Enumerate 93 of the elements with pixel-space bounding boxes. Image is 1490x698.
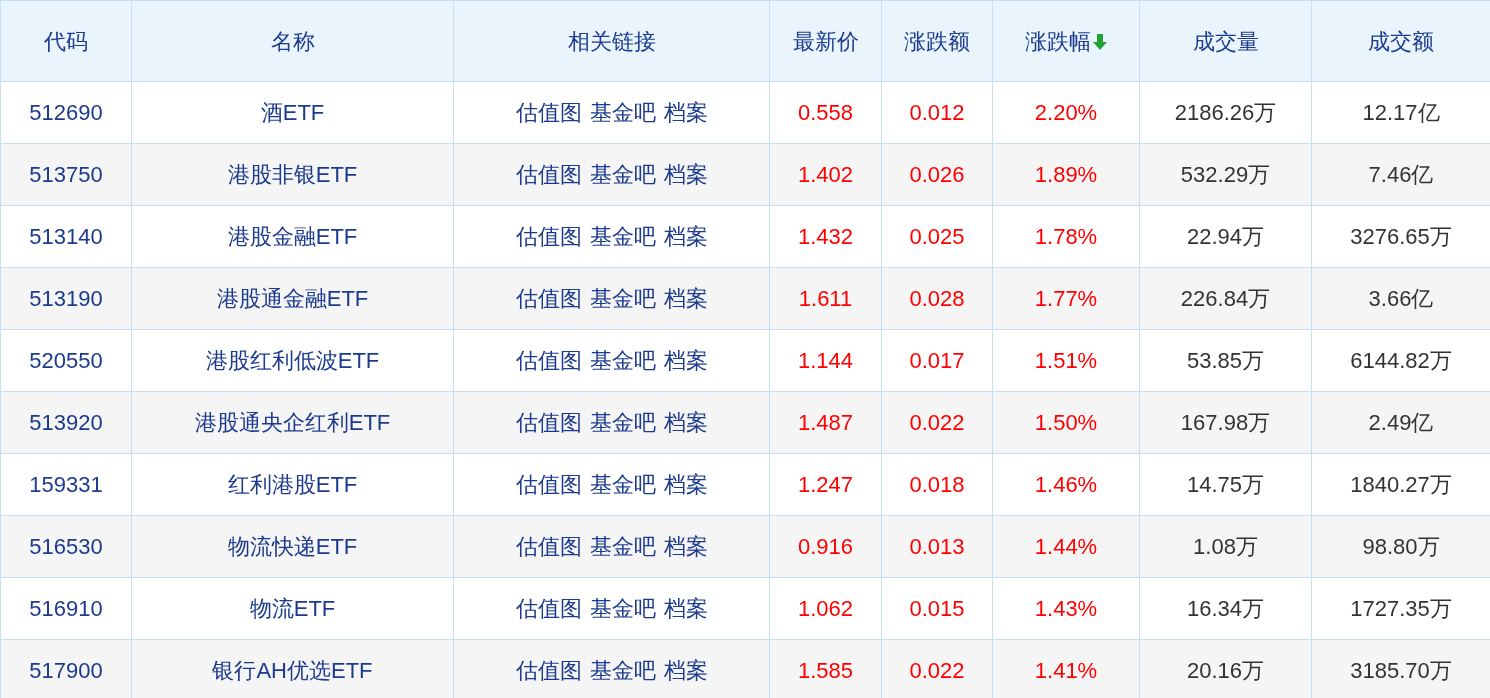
price-cell: 0.558 [769,81,882,144]
price-cell: 1.247 [769,453,882,516]
percent-change-cell: 1.46% [992,453,1140,516]
related-link[interactable]: 档案 [663,224,708,249]
column-header[interactable]: 代码 [0,0,132,82]
column-header[interactable]: 成交额 [1311,0,1490,82]
related-link[interactable]: 估值图 [515,162,582,187]
price-cell: 1.487 [769,391,882,454]
percent-change-cell: 2.20% [992,81,1140,144]
related-link[interactable]: 基金吧 [589,348,656,373]
change-cell: 0.012 [881,81,993,144]
volume-cell: 1.08万 [1139,515,1312,578]
percent-change-cell: 1.50% [992,391,1140,454]
volume-cell: 22.94万 [1139,205,1312,268]
name-link[interactable]: 酒ETF [131,81,454,144]
volume-cell: 2186.26万 [1139,81,1312,144]
name-link[interactable]: 物流快递ETF [131,515,454,578]
related-link[interactable]: 基金吧 [589,410,656,435]
related-link[interactable]: 基金吧 [589,534,656,559]
code-link[interactable]: 516530 [0,515,132,578]
related-link[interactable]: 档案 [663,410,708,435]
related-link[interactable]: 估值图 [515,534,582,559]
change-cell: 0.022 [881,391,993,454]
code-link[interactable]: 516910 [0,577,132,640]
percent-change-cell: 1.51% [992,329,1140,392]
change-cell: 0.028 [881,267,993,330]
column-header[interactable]: 涨跌额 [881,0,993,82]
code-link[interactable]: 513920 [0,391,132,454]
change-cell: 0.026 [881,143,993,206]
name-link[interactable]: 红利港股ETF [131,453,454,516]
related-link[interactable]: 估值图 [515,348,582,373]
related-link[interactable]: 档案 [663,100,708,125]
name-link[interactable]: 物流ETF [131,577,454,640]
price-cell: 1.432 [769,205,882,268]
code-link[interactable]: 159331 [0,453,132,516]
related-link[interactable]: 档案 [663,286,708,311]
column-header[interactable]: 名称 [131,0,454,82]
related-link[interactable]: 档案 [663,534,708,559]
column-header[interactable]: 最新价 [769,0,882,82]
price-cell: 1.611 [769,267,882,330]
related-link[interactable]: 估值图 [515,286,582,311]
change-cell: 0.017 [881,329,993,392]
related-link[interactable]: 档案 [663,348,708,373]
related-link[interactable]: 估值图 [515,472,582,497]
code-link[interactable]: 513750 [0,143,132,206]
related-link[interactable]: 估值图 [515,224,582,249]
price-cell: 0.916 [769,515,882,578]
volume-cell: 16.34万 [1139,577,1312,640]
related-link[interactable]: 估值图 [515,658,582,683]
change-cell: 0.018 [881,453,993,516]
name-link[interactable]: 港股非银ETF [131,143,454,206]
change-cell: 0.013 [881,515,993,578]
volume-cell: 532.29万 [1139,143,1312,206]
related-link[interactable]: 基金吧 [589,596,656,621]
related-link[interactable]: 基金吧 [589,100,656,125]
code-link[interactable]: 513140 [0,205,132,268]
name-link[interactable]: 港股金融ETF [131,205,454,268]
price-cell: 1.144 [769,329,882,392]
related-link[interactable]: 估值图 [515,596,582,621]
volume-cell: 14.75万 [1139,453,1312,516]
column-header[interactable]: 成交量 [1139,0,1312,82]
related-link[interactable]: 估值图 [515,410,582,435]
code-link[interactable]: 520550 [0,329,132,392]
code-link[interactable]: 517900 [0,639,132,698]
related-link[interactable]: 基金吧 [589,286,656,311]
volume-cell: 167.98万 [1139,391,1312,454]
percent-change-cell: 1.89% [992,143,1140,206]
code-link[interactable]: 513190 [0,267,132,330]
column-header[interactable]: 相关链接 [453,0,770,82]
percent-change-cell: 1.78% [992,205,1140,268]
price-cell: 1.402 [769,143,882,206]
column-header[interactable]: 涨跌幅 [992,0,1140,82]
related-link[interactable]: 估值图 [515,100,582,125]
price-cell: 1.062 [769,577,882,640]
percent-change-cell: 1.43% [992,577,1140,640]
related-link[interactable]: 档案 [663,596,708,621]
percent-change-cell: 1.44% [992,515,1140,578]
percent-change-cell: 1.77% [992,267,1140,330]
code-link[interactable]: 512690 [0,81,132,144]
name-link[interactable]: 港股通央企红利ETF [131,391,454,454]
related-link[interactable]: 基金吧 [589,224,656,249]
related-link[interactable]: 基金吧 [589,658,656,683]
change-cell: 0.015 [881,577,993,640]
related-link[interactable]: 基金吧 [589,472,656,497]
related-link[interactable]: 基金吧 [589,162,656,187]
name-link[interactable]: 港股通金融ETF [131,267,454,330]
name-link[interactable]: 港股红利低波ETF [131,329,454,392]
related-link[interactable]: 档案 [663,162,708,187]
related-link[interactable]: 档案 [663,472,708,497]
change-cell: 0.025 [881,205,993,268]
volume-cell: 53.85万 [1139,329,1312,392]
related-link[interactable]: 档案 [663,658,708,683]
volume-cell: 226.84万 [1139,267,1312,330]
